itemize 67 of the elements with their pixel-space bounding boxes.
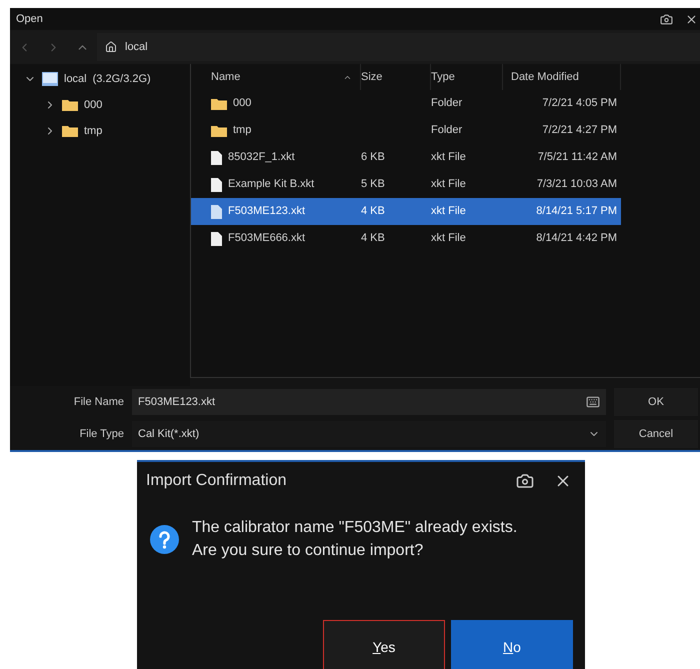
file-type: xkt File	[431, 178, 466, 190]
file-size: 5 KB	[361, 178, 385, 190]
drive-icon	[42, 72, 58, 86]
file-type: Folder	[431, 97, 462, 110]
question-icon	[150, 524, 179, 554]
file-type: xkt File	[431, 232, 466, 244]
dialog-button[interactable]: No	[451, 620, 573, 669]
column-header[interactable]: Type	[431, 64, 503, 90]
file-row[interactable]: Example Kit B.xkt 5 KB xkt File 7/3/21 10:03 AM	[191, 171, 621, 198]
window-title: Open	[16, 12, 43, 27]
file-name: 000	[233, 96, 252, 112]
tree-item-label: local	[64, 72, 87, 87]
file-type: xkt File	[431, 205, 466, 218]
cancel-button[interactable]: Cancel	[614, 420, 698, 448]
file-name: tmp	[233, 123, 252, 138]
folder-icon	[211, 98, 227, 110]
file-size: 6 KB	[361, 151, 385, 164]
file-row[interactable]: 000 Folder 7/2/21 4:05 PM	[191, 90, 621, 117]
file-name: F503ME123.xkt	[228, 204, 306, 220]
tree-item-label: 000	[84, 98, 102, 113]
field-label: File Type	[78, 426, 125, 442]
tree-item-label: tmp	[84, 124, 102, 139]
keyboard-icon[interactable]	[586, 395, 600, 409]
folder-icon	[62, 99, 78, 111]
file-row[interactable]: tmp Folder 7/2/21 4:27 PM	[191, 117, 621, 144]
tree-item[interactable]: tmp	[44, 118, 190, 144]
dialog-title: Import Confirmation	[146, 471, 286, 491]
file-row[interactable]: 85032F_1.xkt 6 KB xkt File 7/5/21 11:42 AM	[191, 144, 621, 171]
file-type: Folder	[431, 124, 462, 136]
drive-capacity: (3.2G/3.2G)	[92, 72, 151, 87]
file-type-dropdown[interactable]: Cal Kit(*.xkt)	[132, 421, 606, 447]
file-date: 7/5/21 11:42 AM	[538, 151, 617, 164]
file-date: 7/2/21 4:27 PM	[542, 124, 617, 136]
folder-icon	[211, 124, 227, 136]
file-icon	[211, 204, 222, 218]
file-name: 85032F_1.xkt	[228, 150, 295, 166]
file-row[interactable]: F503ME123.xkt 4 KB xkt File 8/14/21 5:17 PM	[191, 198, 621, 225]
tree-item[interactable]: local (3.2G/3.2G)	[24, 66, 190, 92]
address-bar[interactable]: local	[97, 33, 700, 61]
column-header[interactable]: Date Modified	[503, 64, 621, 90]
column-header[interactable]: Name	[191, 64, 361, 90]
file-row[interactable]: F503ME666.xkt 4 KB xkt File 8/14/21 4:42 PM	[191, 225, 621, 252]
home-icon	[105, 41, 117, 53]
file-date: 7/2/21 4:05 PM	[542, 97, 617, 110]
dialog-button[interactable]: Yes	[323, 620, 445, 669]
tree-item[interactable]: 000	[44, 92, 190, 118]
close-icon[interactable]	[685, 12, 698, 26]
camera-icon[interactable]	[516, 472, 534, 490]
file-icon	[211, 178, 222, 192]
confirm-message: The calibrator name "F503ME" already exists. Are you sure to continue import?	[192, 518, 518, 561]
file-name: F503ME666.xkt	[228, 231, 306, 246]
file-icon	[211, 150, 222, 164]
file-size: 4 KB	[361, 205, 385, 218]
field-label: File Name	[72, 394, 125, 410]
folder-icon	[62, 125, 78, 137]
file-size: 4 KB	[361, 232, 385, 244]
file-name-field[interactable]: F503ME123.xkt	[132, 389, 606, 415]
file-date: 8/14/21 5:17 PM	[536, 205, 617, 218]
file-date: 7/3/21 10:03 AM	[536, 178, 617, 190]
ok-button[interactable]: OK	[614, 388, 698, 416]
file-icon	[211, 232, 222, 246]
path-text: local	[125, 40, 148, 55]
file-date: 8/14/21 4:42 PM	[536, 232, 617, 244]
column-header[interactable]: Size	[361, 64, 431, 90]
camera-icon[interactable]	[660, 12, 673, 26]
file-name: Example Kit B.xkt	[228, 177, 314, 192]
file-type: xkt File	[431, 151, 466, 164]
